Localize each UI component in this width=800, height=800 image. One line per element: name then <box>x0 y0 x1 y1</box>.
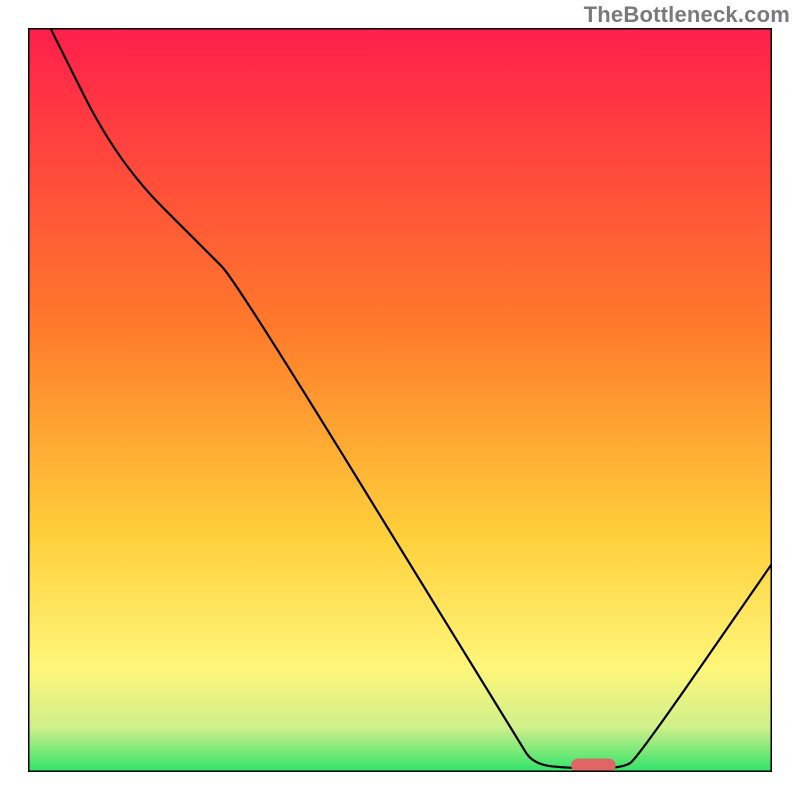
chart-stage: TheBottleneck.com <box>0 0 800 800</box>
chart-gradient-fill <box>28 28 772 772</box>
watermark-label: TheBottleneck.com <box>584 2 790 28</box>
chart-svg <box>28 28 772 772</box>
optimal-marker <box>571 759 616 772</box>
chart-plot-area <box>28 28 772 772</box>
